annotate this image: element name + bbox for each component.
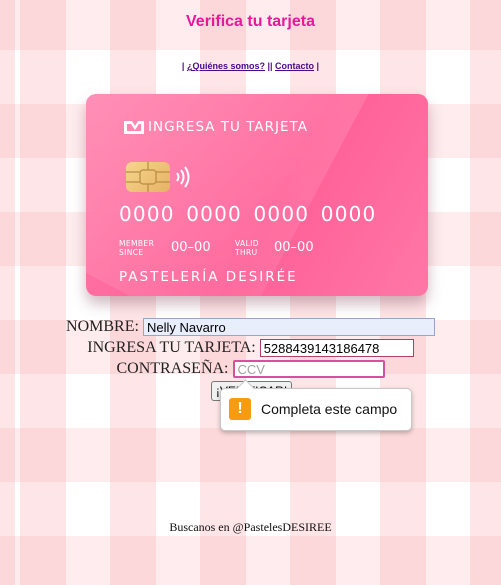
validation-message: Completa este campo — [261, 401, 398, 417]
contactless-icon — [176, 166, 190, 188]
card-row: INGRESA TU TARJETA: — [0, 337, 501, 358]
card-number-input[interactable] — [259, 339, 414, 358]
name-input[interactable] — [142, 318, 435, 337]
credit-card-image: INGRESA TU TARJETA 0000 0000 0000 0000 M… — [86, 94, 428, 296]
name-row: NOMBRE: — [0, 316, 501, 337]
password-row: CONTRASEÑA: — [0, 358, 501, 379]
member-since-value: 00–00 — [171, 240, 211, 255]
card-number-label: INGRESA TU TARJETA: — [87, 339, 256, 356]
validation-tooltip: ! Completa este campo — [220, 388, 412, 431]
valid-thru-label: VALID THRU — [235, 239, 259, 257]
card-logo-icon — [124, 121, 144, 134]
chip-icon — [126, 162, 170, 192]
nav-link-contact[interactable]: Contacto — [275, 61, 314, 71]
top-nav: | ¿Quiénes somos? || Contacto | — [0, 61, 501, 71]
password-label: CONTRASEÑA: — [116, 360, 229, 377]
warning-icon: ! — [229, 398, 251, 420]
footer-text: Buscanos en @PastelesDESIREE — [169, 520, 332, 534]
nav-link-about[interactable]: ¿Quiénes somos? — [187, 61, 265, 71]
valid-thru-value: 00–00 — [274, 240, 314, 255]
card-brand-text: INGRESA TU TARJETA — [148, 119, 308, 135]
card-number-text: 0000 0000 0000 0000 — [119, 202, 377, 226]
name-label: NOMBRE: — [66, 318, 139, 335]
nav-separator: || — [264, 61, 276, 71]
password-input[interactable] — [232, 360, 385, 379]
card-holder-text: PASTELERÍA DESIRÉE — [119, 269, 298, 285]
nav-close-pipe: | — [314, 61, 320, 71]
member-since-label: MEMBER SINCE — [119, 239, 155, 257]
page-title: Verifica tu tarjeta — [186, 13, 315, 30]
